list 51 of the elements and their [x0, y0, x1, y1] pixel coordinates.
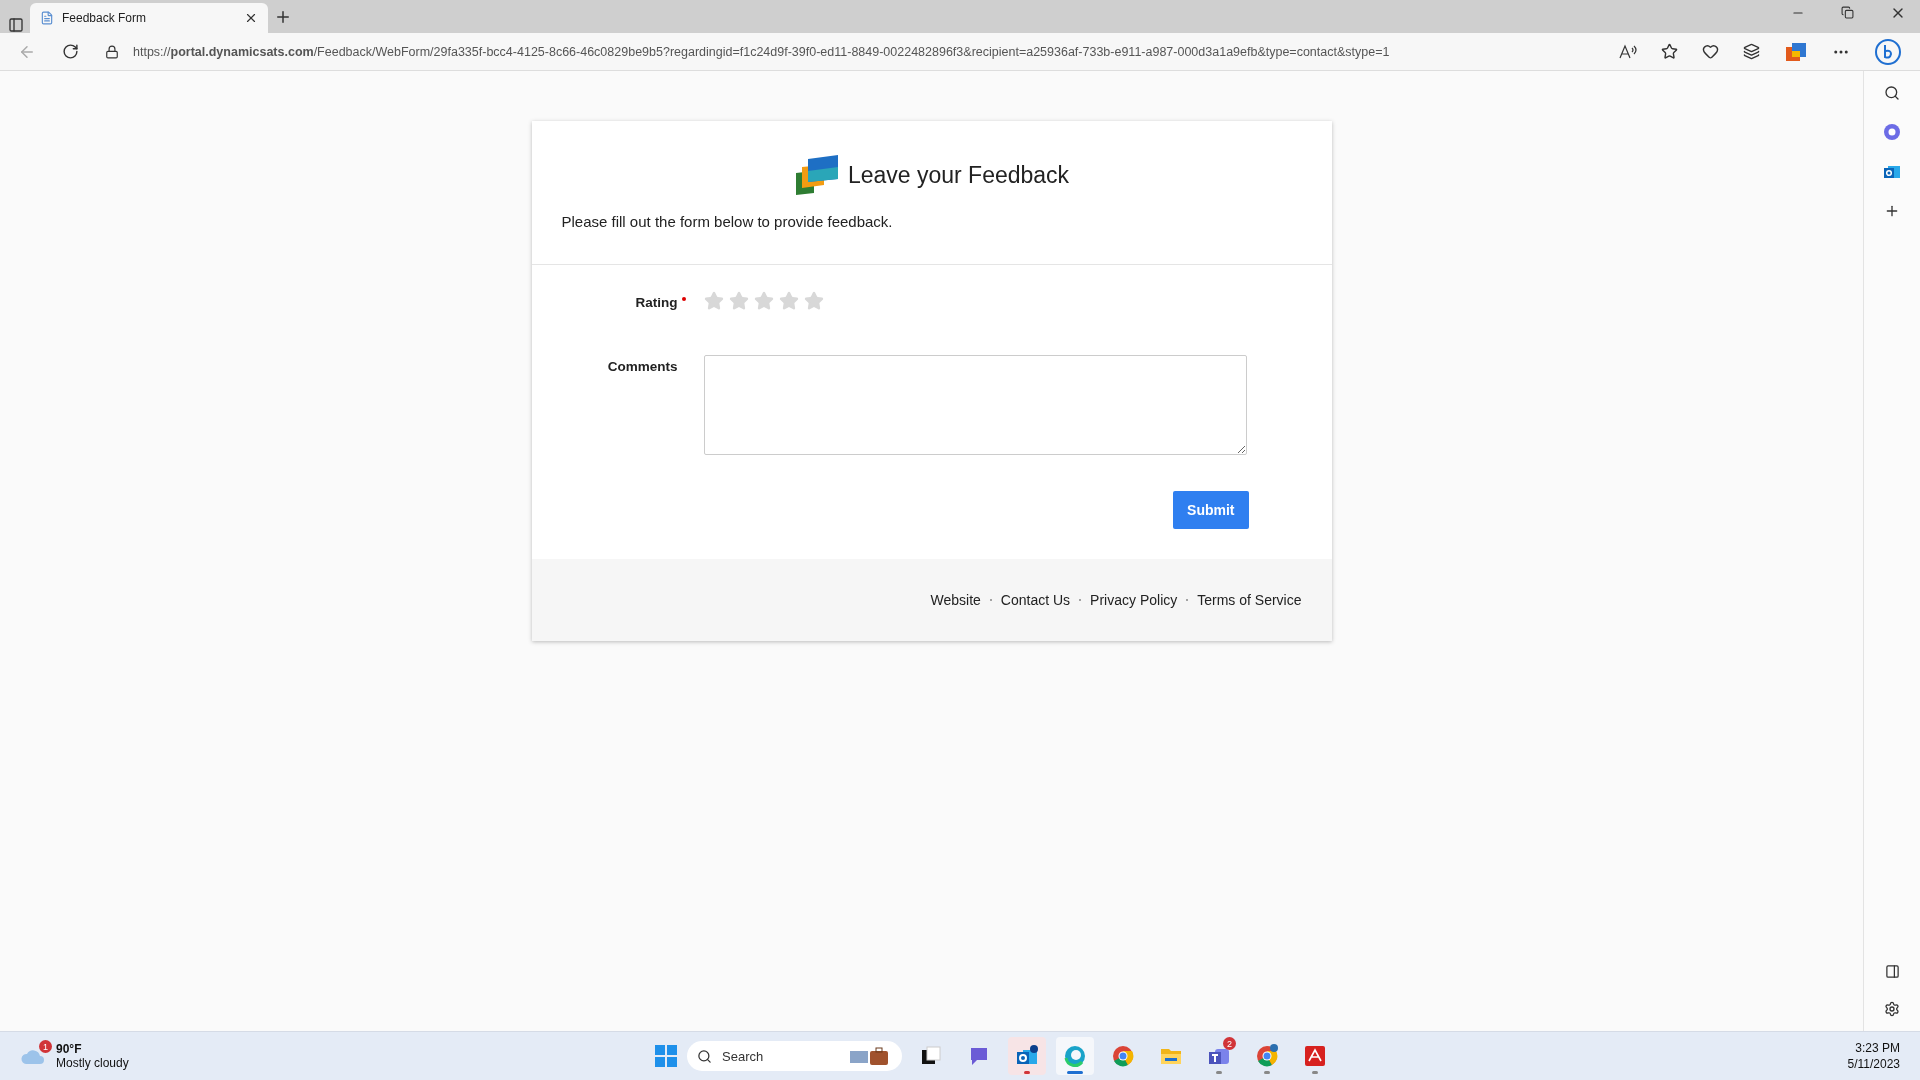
browser-icon[interactable] — [1111, 1044, 1135, 1068]
app-icon[interactable] — [1883, 123, 1901, 141]
read-aloud-icon[interactable] — [1619, 43, 1637, 60]
comments-field[interactable] — [703, 355, 1247, 455]
notification-badge: 1 — [39, 1040, 52, 1053]
tab-title: Feedback Form — [62, 11, 148, 25]
settings-icon[interactable] — [1884, 1001, 1900, 1017]
footer-link[interactable]: Contact Us — [1000, 592, 1071, 608]
rating-star-icon[interactable] — [728, 291, 749, 311]
search-icon — [697, 1048, 712, 1064]
submit-button[interactable]: Submit — [1173, 491, 1249, 529]
star-plus-icon[interactable] — [1661, 43, 1678, 60]
add-icon[interactable] — [1884, 203, 1900, 219]
search-placeholder: Search — [722, 1048, 765, 1064]
pdf-app-icon[interactable] — [1303, 1044, 1327, 1068]
footer-link[interactable]: Terms of Service — [1197, 592, 1302, 608]
form-title: Leave your Feedback — [847, 161, 1070, 189]
reload-icon[interactable] — [62, 43, 79, 60]
logo-icon — [793, 155, 840, 195]
favorites-icon[interactable] — [1702, 43, 1719, 60]
lock-icon — [105, 44, 119, 59]
weather-text: Mostly cloudy — [56, 1056, 129, 1070]
page-icon — [40, 11, 54, 25]
collections-icon[interactable] — [1743, 43, 1760, 60]
close-tab-icon[interactable] — [244, 11, 258, 25]
side-panel-icon[interactable] — [1884, 964, 1900, 979]
rating-star-icon[interactable] — [778, 291, 799, 311]
rating-star-icon[interactable] — [703, 291, 724, 311]
field-label-text: Rating — [635, 295, 678, 310]
clock-date: 5/11/2023 — [1847, 1057, 1900, 1071]
notification-badge: 2 — [1223, 1037, 1236, 1050]
tab-actions-icon[interactable] — [8, 17, 24, 33]
temperature-text: 90°F — [56, 1042, 83, 1056]
taskbar-search-field[interactable]: Search — [687, 1041, 902, 1071]
profile-app-icon[interactable] — [1784, 40, 1808, 63]
field-label-text: Comments — [607, 359, 678, 374]
address-field[interactable]: https://portal.dynamicsats.com/Feedback/WebForm/29fa335f-bcc4-4125-8c66-46c0829be9b5?regardingid=f1c24d9f-39f0-ed11-8849-0022482896f3&recipient=a25936af-733b-e911-a987-000d3a1a9efb&type=contact&stype=1 — [133, 44, 1390, 59]
chat-bubble-icon[interactable] — [1874, 37, 1902, 66]
rating-star-icon[interactable] — [803, 291, 824, 311]
footer-link[interactable]: Website — [930, 592, 981, 608]
start-icon[interactable] — [655, 1045, 677, 1067]
search-icon[interactable] — [1884, 85, 1900, 101]
clock-time: 3:23 PM — [1855, 1041, 1900, 1055]
footer-link[interactable]: Privacy Policy — [1090, 592, 1178, 608]
browser-tab[interactable]: Feedback Form — [30, 3, 268, 33]
restore-icon[interactable] — [1841, 4, 1854, 21]
browser-icon[interactable] — [1255, 1044, 1279, 1068]
rating-star-icon[interactable] — [753, 291, 774, 311]
form-intro: Please fill out the form below to provide feedback. — [561, 213, 894, 230]
browser-icon[interactable] — [1063, 1044, 1087, 1068]
mail-app-icon[interactable] — [1883, 163, 1901, 181]
